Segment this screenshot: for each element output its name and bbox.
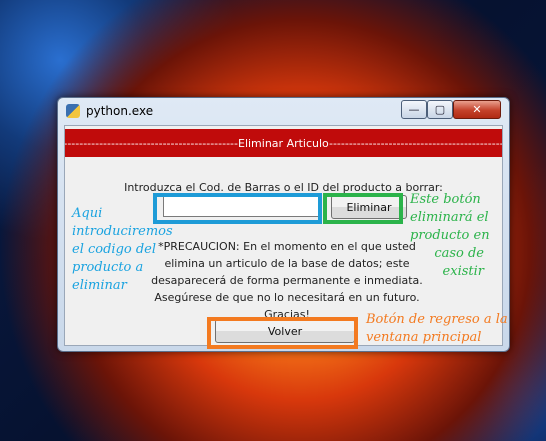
- section-banner: ----------------------------------------…: [65, 129, 502, 157]
- title-bar[interactable]: python.exe — ▢ ✕: [58, 98, 509, 124]
- delete-annotation-line: Este botón: [410, 192, 481, 207]
- delete-annotation: Este botón eliminará el producto en caso…: [410, 191, 500, 281]
- back-annotation: Botón de regreso a la ventana principal: [366, 312, 508, 345]
- back-button[interactable]: Volver: [215, 319, 355, 343]
- delete-button[interactable]: Eliminar: [331, 195, 407, 219]
- python-icon: [66, 104, 80, 118]
- input-annotation: Aqui introduciremos el codigo del produc…: [72, 206, 173, 293]
- product-code-input[interactable]: [163, 195, 321, 217]
- window-title: python.exe: [86, 104, 154, 118]
- maximize-button[interactable]: ▢: [427, 100, 453, 119]
- delete-annotation-line: caso de: [434, 246, 484, 261]
- minimize-button[interactable]: —: [401, 100, 427, 119]
- delete-annotation-line: existir: [442, 264, 484, 279]
- delete-annotation-line: producto en: [410, 228, 490, 243]
- delete-annotation-line: eliminará el: [410, 210, 489, 225]
- close-button[interactable]: ✕: [453, 100, 501, 119]
